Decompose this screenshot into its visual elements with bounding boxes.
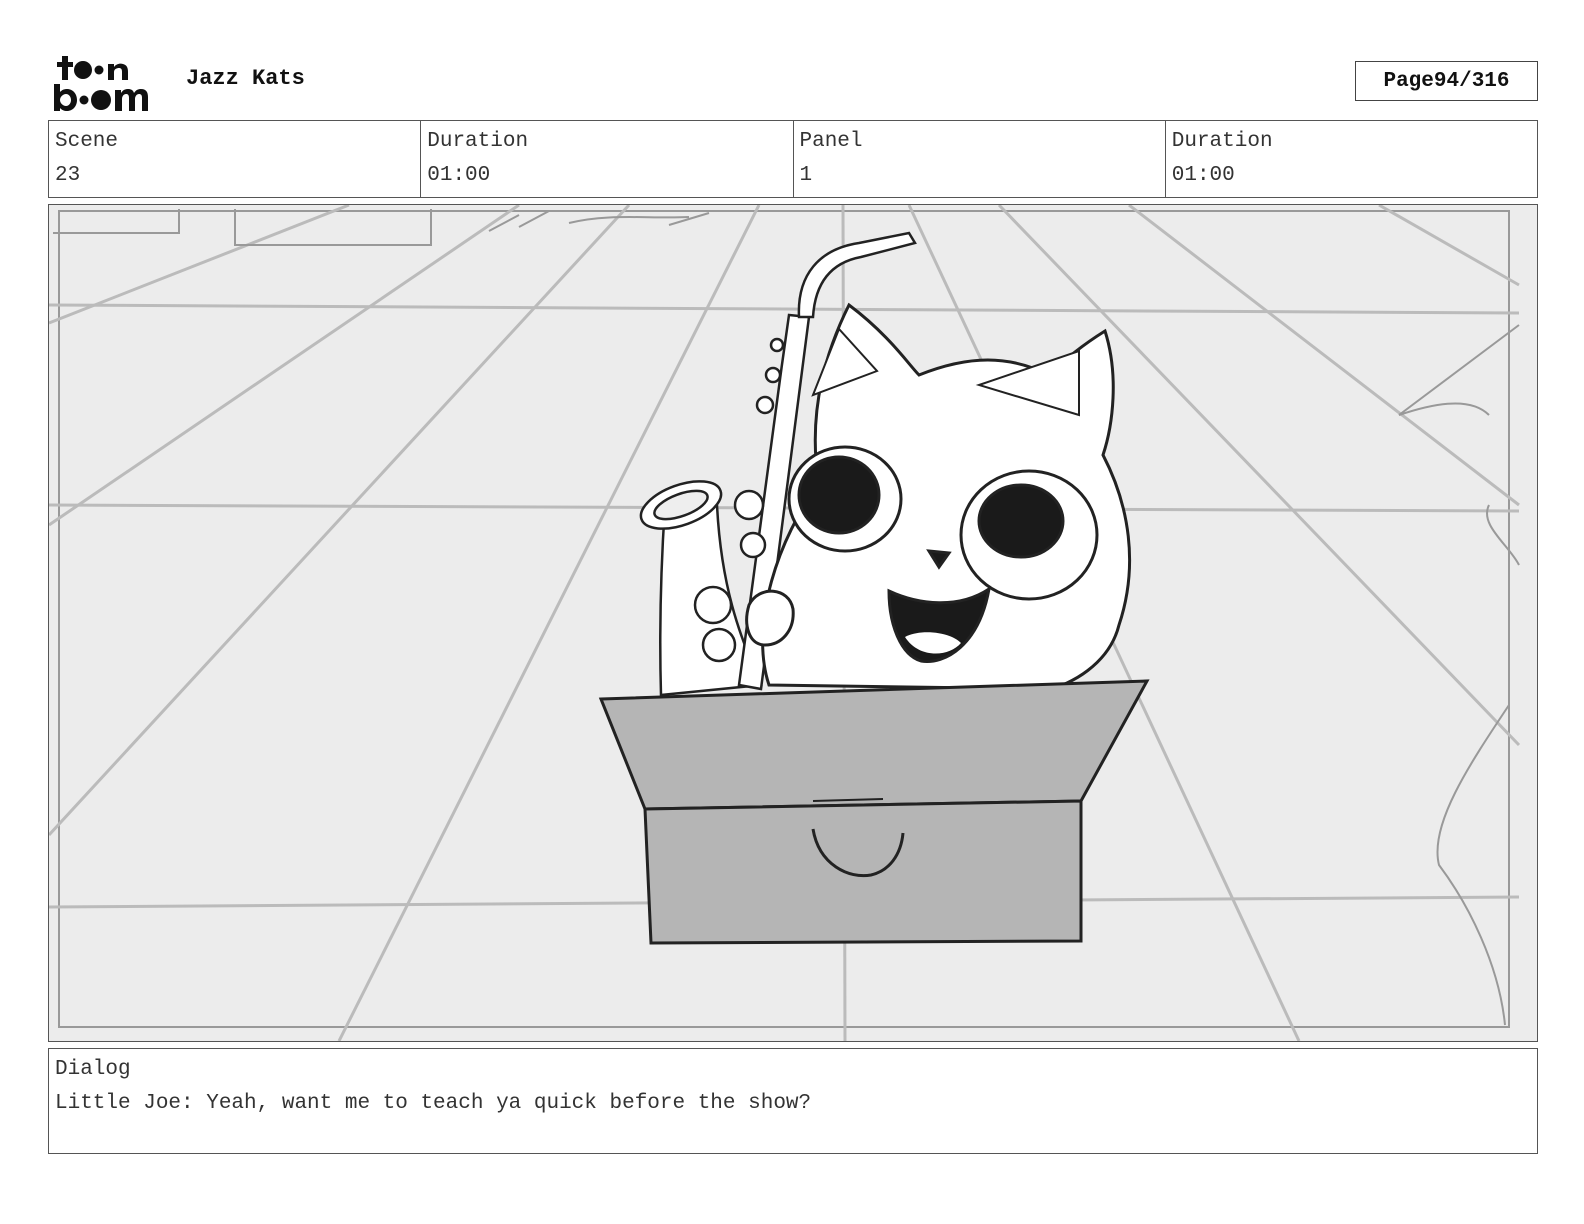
panel-value: 1	[799, 164, 813, 187]
dialog-label: Dialog	[55, 1058, 131, 1081]
scene-cell: Scene 23	[49, 121, 420, 197]
project-title: Jazz Kats	[186, 66, 305, 91]
panel-duration-cell: Duration 01:00	[1164, 121, 1537, 197]
scene-label: Scene	[55, 130, 119, 153]
panel-label: Panel	[799, 130, 863, 153]
panel-duration-label: Duration	[1171, 130, 1273, 153]
scene-duration-cell: Duration 01:00	[420, 121, 792, 197]
panel-duration-value: 01:00	[1171, 164, 1235, 187]
page-number: 94/316	[1433, 69, 1510, 93]
page-indicator: Page 94/316	[1355, 61, 1538, 101]
dialog-text: Little Joe: Yeah, want me to teach ya qu…	[55, 1092, 812, 1115]
panel-cell: Panel 1	[792, 121, 1165, 197]
scene-duration-label: Duration	[427, 130, 529, 153]
panel-drawing	[49, 205, 1521, 1041]
toon-boom-logo	[54, 56, 148, 111]
scene-info-table: Scene 23 Duration 01:00 Panel 1 Duration…	[48, 120, 1538, 198]
cardboard-box-drawing	[598, 679, 1150, 945]
scene-duration-value: 01:00	[427, 164, 491, 187]
page-label: Page	[1383, 69, 1434, 93]
storyboard-panel	[48, 204, 1538, 1042]
scene-value: 23	[55, 164, 81, 187]
dialog-box: Dialog Little Joe: Yeah, want me to teac…	[48, 1048, 1538, 1154]
